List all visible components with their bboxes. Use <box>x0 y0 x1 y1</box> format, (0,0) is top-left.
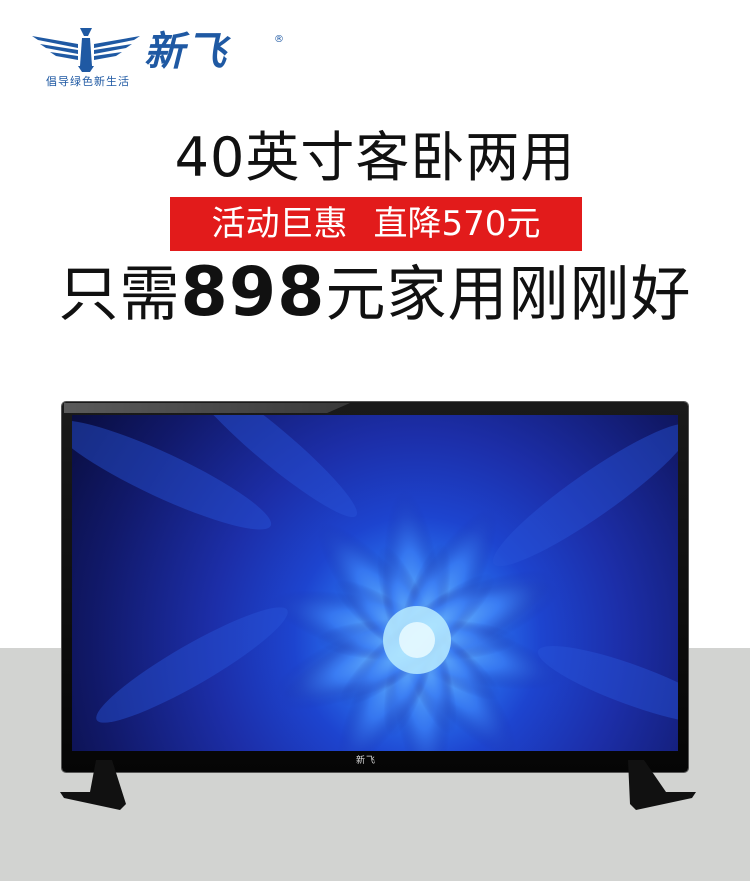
tv-bezel-logo: 新飞 <box>356 756 377 766</box>
price-value: 898 <box>180 253 326 332</box>
headline: 40英寸客卧两用 <box>174 126 576 189</box>
blue-flower-wallpaper <box>72 415 678 751</box>
tv-glare <box>64 403 350 413</box>
brand-slogan: 倡导绿色新生活 <box>46 75 130 88</box>
price-suffix: 元家用刚刚好 <box>325 260 692 330</box>
promo-banner: 活动巨惠 直降570元 <box>170 197 582 251</box>
tv-stand-left <box>60 760 126 810</box>
brand-name: 新飞 <box>144 29 228 75</box>
promo-text-price-drop: 直降570元 <box>373 204 541 244</box>
eagle-wings-icon <box>32 28 140 72</box>
tv-screen <box>72 415 678 751</box>
price-prefix: 只需 <box>58 260 181 330</box>
tv-stand-right <box>628 760 696 810</box>
promo-text-discount: 活动巨惠 <box>211 204 348 244</box>
registered-mark: ® <box>274 34 284 45</box>
tv-product-image[interactable]: 新飞 <box>62 402 688 772</box>
brand-logo[interactable]: 新飞 ® 倡导绿色新生活 <box>30 18 300 90</box>
price-line: 只需898元家用刚刚好 <box>0 253 750 335</box>
